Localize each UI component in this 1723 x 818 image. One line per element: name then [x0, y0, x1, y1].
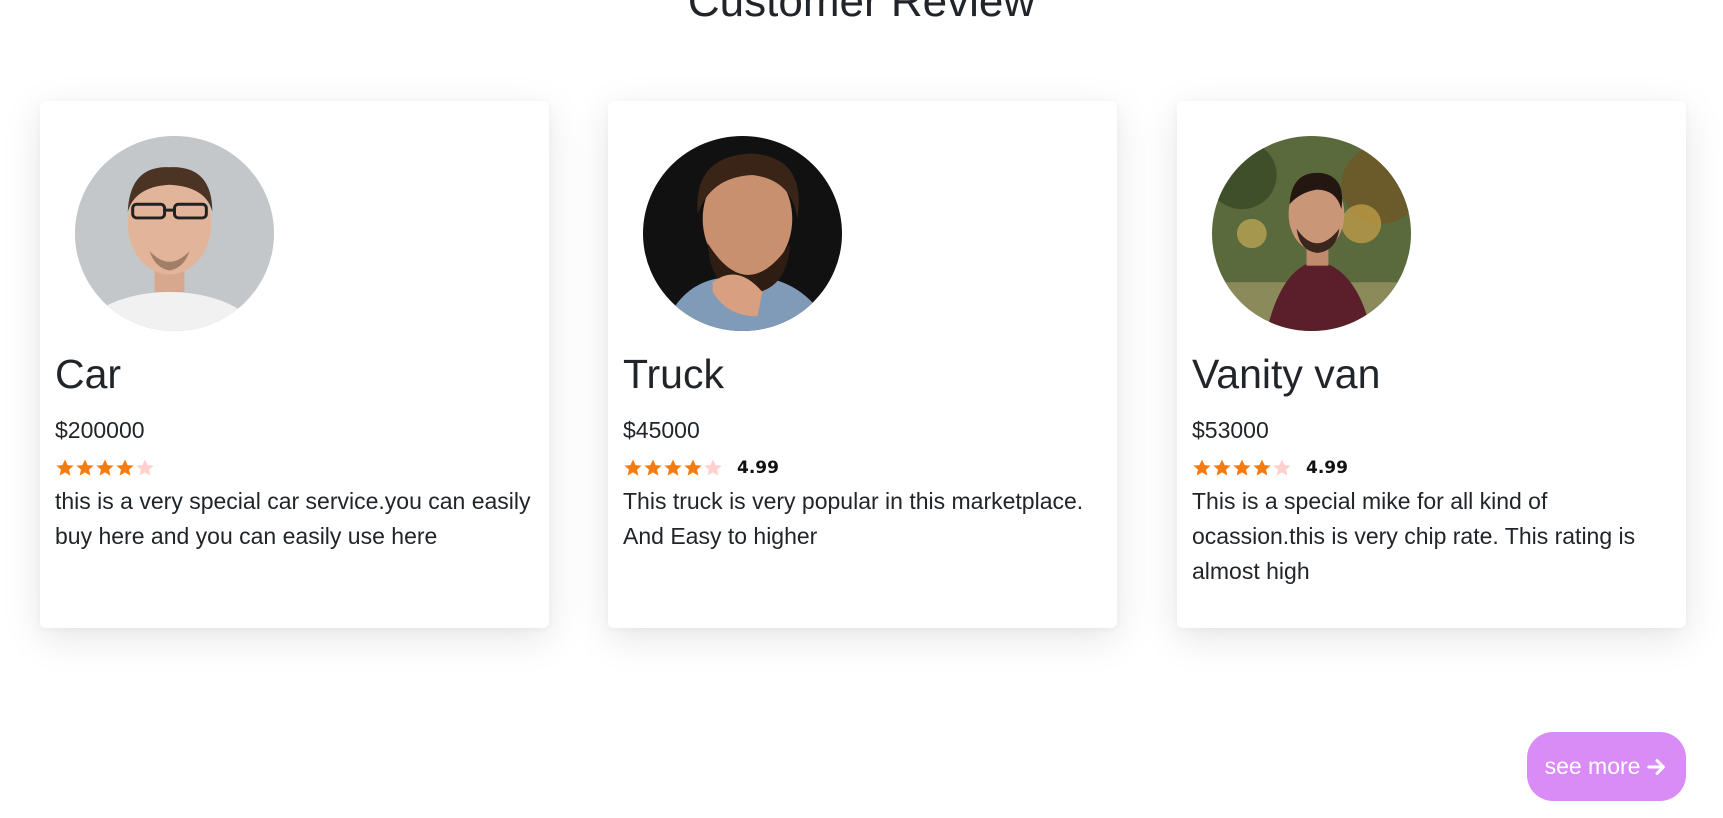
review-cards: Car $200000 this is a very special car s…	[0, 101, 1723, 628]
card-price: $200000	[55, 417, 145, 443]
card-description: this is a very special car service.you c…	[55, 488, 531, 549]
rating-value: 4.99	[1306, 458, 1348, 478]
see-more-label: see more	[1544, 753, 1641, 779]
star-filled-icon	[76, 459, 94, 476]
card-title: Vanity van	[1192, 351, 1381, 397]
card-title: Car	[55, 351, 122, 397]
star-rating	[623, 458, 723, 478]
star-empty-icon	[136, 459, 154, 476]
review-card: Vanity van $53000 4.99 This is a special…	[1177, 101, 1686, 628]
star-rating	[1192, 458, 1292, 478]
star-filled-icon	[96, 459, 114, 476]
star-filled-icon	[116, 459, 134, 476]
star-filled-icon	[56, 459, 74, 476]
review-card: Car $200000 this is a very special car s…	[40, 101, 549, 628]
star-filled-icon	[624, 459, 642, 476]
card-description: This truck is very popular in this marke…	[623, 488, 1084, 549]
rating: 4.99	[623, 457, 779, 479]
star-filled-icon	[684, 459, 702, 476]
review-card: Truck $45000 4.99 This truck is very pop…	[608, 101, 1117, 628]
section-title: Customer Review	[687, 0, 1036, 26]
card-price: $53000	[1192, 417, 1269, 443]
rating-value: 4.99	[737, 458, 779, 478]
card-price: $45000	[623, 417, 700, 443]
star-filled-icon	[1233, 459, 1251, 476]
star-empty-icon	[704, 459, 722, 476]
avatar	[75, 136, 274, 331]
card-description: This is a special mike for all kind of o…	[1192, 488, 1636, 584]
avatar	[1212, 136, 1411, 331]
star-rating	[55, 458, 155, 478]
arrow-right-icon	[1647, 758, 1666, 775]
star-filled-icon	[1253, 459, 1271, 476]
avatar	[643, 136, 842, 331]
rating: 4.99	[1192, 457, 1348, 479]
star-empty-icon	[1273, 459, 1291, 476]
star-filled-icon	[1193, 459, 1211, 476]
card-title: Truck	[623, 351, 724, 397]
see-more-button[interactable]: see more	[1527, 732, 1686, 801]
star-filled-icon	[664, 459, 682, 476]
star-filled-icon	[1213, 459, 1231, 476]
star-filled-icon	[644, 459, 662, 476]
rating	[55, 457, 169, 479]
